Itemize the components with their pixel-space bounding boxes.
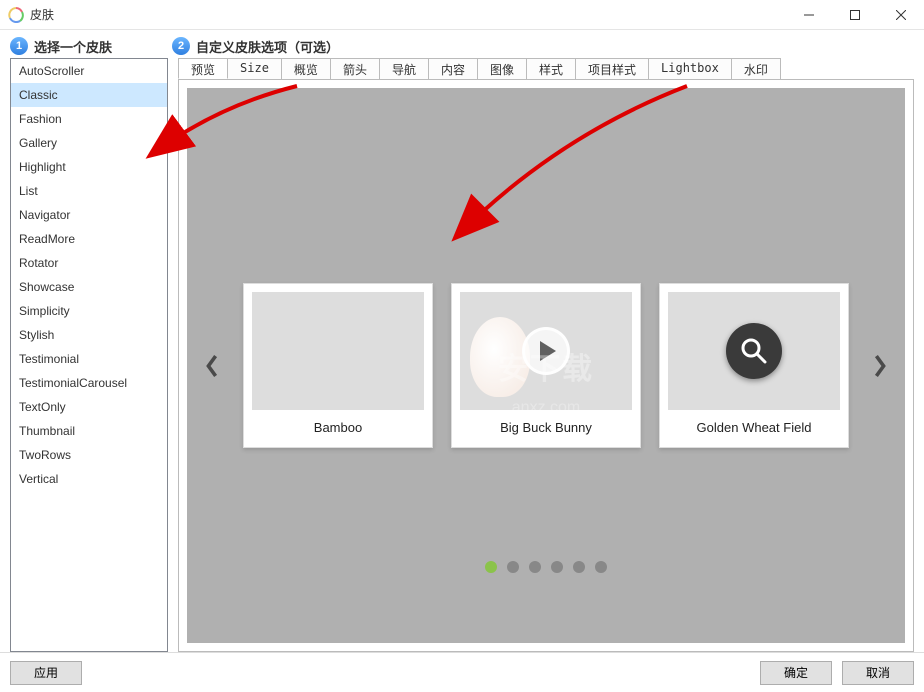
preview-area: Bamboo Big Buck Bunny [178,80,914,652]
skin-item[interactable]: Fashion [11,107,167,131]
maximize-button[interactable] [832,0,878,30]
skin-item[interactable]: ReadMore [11,227,167,251]
carousel-dots [485,561,607,573]
footer: 应用 确定 取消 [0,652,924,692]
tab[interactable]: 内容 [428,58,478,79]
skin-item[interactable]: Showcase [11,275,167,299]
apply-button[interactable]: 应用 [10,661,82,685]
annotation-arrow-icon [437,76,697,246]
tab[interactable]: 样式 [526,58,576,79]
skin-item[interactable]: Simplicity [11,299,167,323]
carousel-dot[interactable] [551,561,563,573]
titlebar: 皮肤 [0,0,924,30]
tab[interactable]: 预览 [178,58,228,79]
thumbnail-image [668,292,840,410]
skin-item[interactable]: Stylish [11,323,167,347]
tab[interactable]: 导航 [379,58,429,79]
step-two-badge: 2 [172,37,190,55]
tab[interactable]: Lightbox [648,58,732,79]
skin-item[interactable]: Navigator [11,203,167,227]
step-one-badge: 1 [10,37,28,55]
play-icon [522,327,570,375]
step-one-label: 选择一个皮肤 [34,37,112,56]
skin-item[interactable]: Gallery [11,131,167,155]
tab[interactable]: 水印 [731,58,781,79]
skin-item[interactable]: AutoScroller [11,59,167,83]
card-caption: Golden Wheat Field [668,420,840,439]
carousel-cards: Bamboo Big Buck Bunny [243,283,849,448]
skin-item[interactable]: Thumbnail [11,419,167,443]
carousel-prev-button[interactable] [197,346,227,386]
skin-item[interactable]: Vertical [11,467,167,491]
tab[interactable]: 图像 [477,58,527,79]
card-caption: Big Buck Bunny [460,420,632,439]
skin-item[interactable]: TextOnly [11,395,167,419]
tab[interactable]: Size [227,58,282,79]
app-icon [8,7,24,23]
cancel-button[interactable]: 取消 [842,661,914,685]
carousel-dot[interactable] [529,561,541,573]
carousel-next-button[interactable] [865,346,895,386]
skin-item[interactable]: Classic [11,83,167,107]
skin-list[interactable]: AutoScrollerClassicFashionGalleryHighlig… [10,58,168,652]
skin-item[interactable]: TestimonialCarousel [11,371,167,395]
skin-item[interactable]: TwoRows [11,443,167,467]
magnify-icon [726,323,782,379]
tab-bar: 预览Size概览箭头导航内容图像样式项目样式Lightbox水印 [178,58,914,80]
carousel-dot[interactable] [595,561,607,573]
carousel-dot[interactable] [485,561,497,573]
skin-item[interactable]: List [11,179,167,203]
preview-canvas: Bamboo Big Buck Bunny [187,88,905,643]
tab[interactable]: 概览 [281,58,331,79]
ok-button[interactable]: 确定 [760,661,832,685]
carousel-card[interactable]: Golden Wheat Field [659,283,849,448]
tab[interactable]: 箭头 [330,58,380,79]
card-caption: Bamboo [252,420,424,439]
carousel-dot[interactable] [573,561,585,573]
carousel-card[interactable]: Big Buck Bunny [451,283,641,448]
skin-item[interactable]: Highlight [11,155,167,179]
minimize-button[interactable] [786,0,832,30]
tab[interactable]: 项目样式 [575,58,649,79]
step-two-label: 自定义皮肤选项（可选） [196,37,339,56]
window-title: 皮肤 [30,6,54,23]
close-button[interactable] [878,0,924,30]
thumbnail-image [460,292,632,410]
skin-item[interactable]: Rotator [11,251,167,275]
carousel-card[interactable]: Bamboo [243,283,433,448]
step-header: 1 选择一个皮肤 2 自定义皮肤选项（可选） [0,30,924,58]
skin-item[interactable]: Testimonial [11,347,167,371]
thumbnail-image [252,292,424,410]
carousel-dot[interactable] [507,561,519,573]
